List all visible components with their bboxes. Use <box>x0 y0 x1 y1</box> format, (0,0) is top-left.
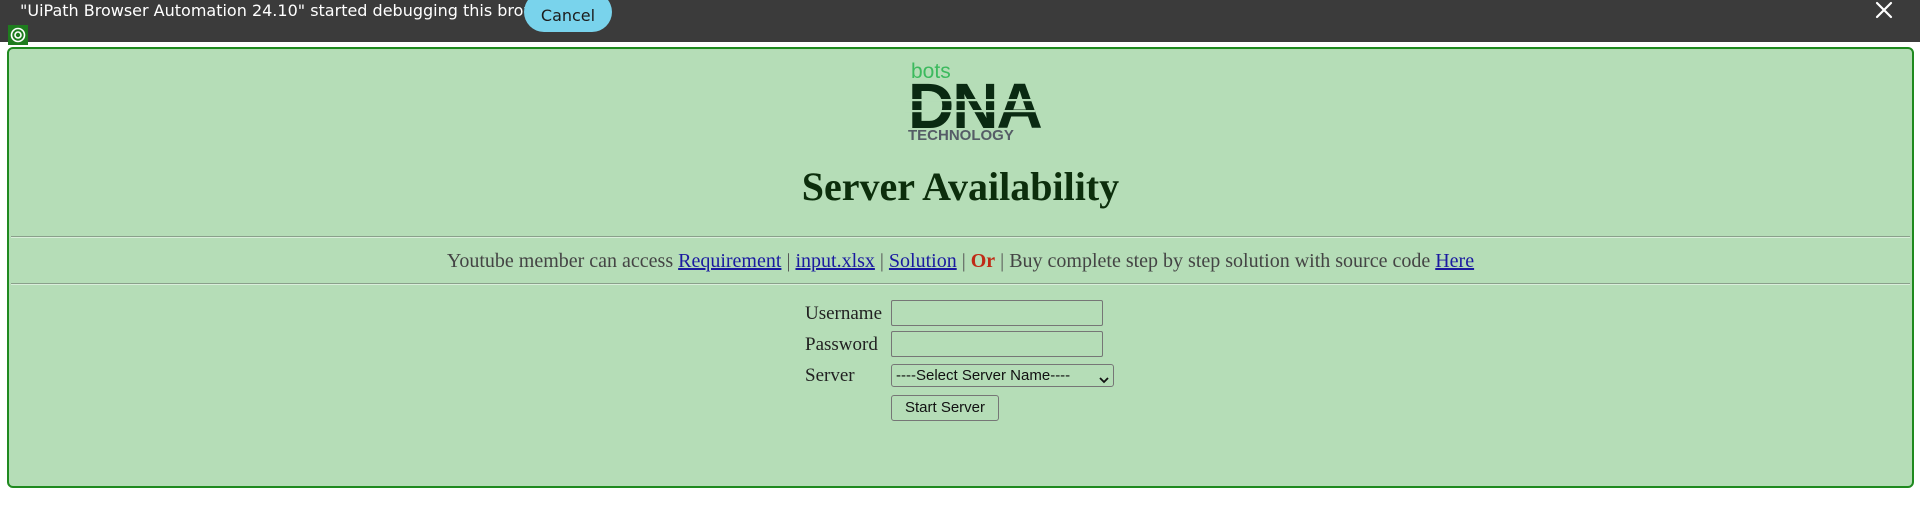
page-title: Server Availability <box>801 164 1120 209</box>
divider-top <box>11 236 1910 238</box>
separator: | <box>786 250 791 272</box>
separator: | <box>879 250 884 272</box>
server-select-value: ----Select Server Name---- <box>896 367 1071 384</box>
infobar-message: "UiPath Browser Automation 24.10" starte… <box>20 1 562 20</box>
input-xlsx-link[interactable]: input.xlsx <box>795 250 874 272</box>
separator: | <box>961 250 966 272</box>
username-input[interactable] <box>891 300 1103 326</box>
bots-dna-logo: bots DNA TECHNOLOGY <box>901 55 1043 144</box>
requirement-link[interactable]: Requirement <box>678 250 781 272</box>
page-frame: bots DNA TECHNOLOGY Server Availability … <box>7 47 1914 488</box>
username-label: Username <box>805 303 883 324</box>
password-input[interactable] <box>891 331 1103 357</box>
server-label: Server <box>805 365 855 386</box>
or-text: Or <box>970 250 996 272</box>
separator: | <box>1000 250 1005 272</box>
here-link[interactable]: Here <box>1435 250 1474 272</box>
divider-bottom <box>11 283 1910 285</box>
resource-links-line: Youtube member can access Requirement | … <box>9 249 1912 273</box>
logo-technology-text: TECHNOLOGY <box>908 127 1014 143</box>
links-intro-text: Youtube member can access <box>446 250 674 272</box>
solution-link[interactable]: Solution <box>889 250 957 272</box>
cancel-debugging-button[interactable]: Cancel <box>524 0 612 32</box>
close-icon[interactable] <box>1872 0 1896 22</box>
debugging-infobar: "UiPath Browser Automation 24.10" starte… <box>0 0 1920 42</box>
buy-solution-text: Buy complete step by step solution with … <box>1009 250 1431 272</box>
start-server-button[interactable]: Start Server <box>891 395 999 421</box>
server-select[interactable]: ----Select Server Name---- <box>891 364 1114 387</box>
uipath-target-icon <box>8 25 28 45</box>
chevron-down-icon <box>1099 370 1109 384</box>
password-label: Password <box>805 334 878 355</box>
